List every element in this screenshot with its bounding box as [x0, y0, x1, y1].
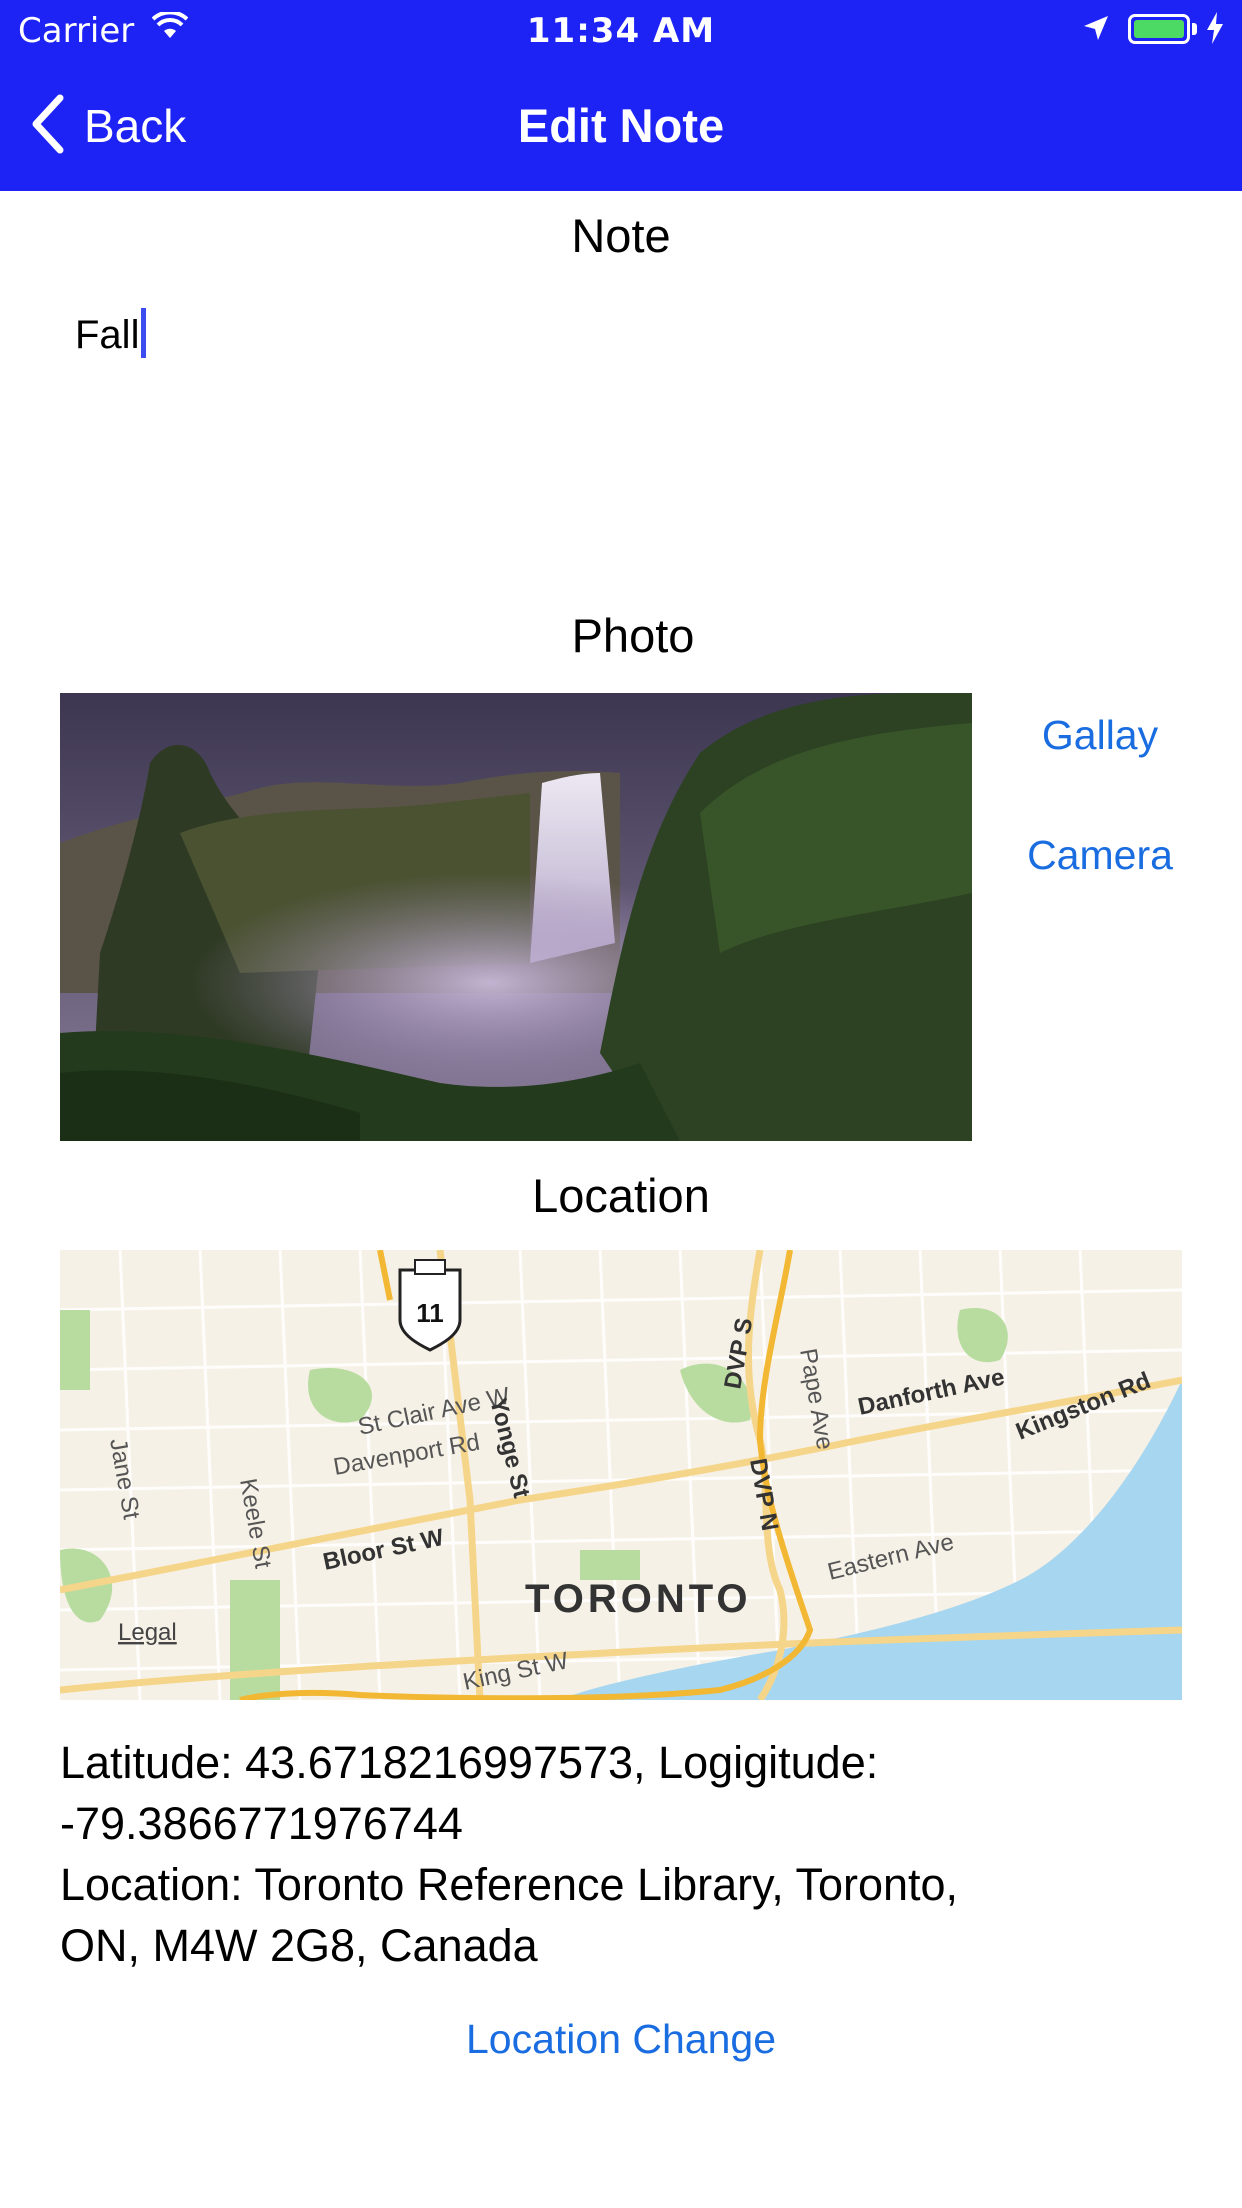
- charging-bolt-icon: [1206, 12, 1224, 48]
- text-cursor: [141, 308, 147, 358]
- map-street-label: Pape Ave: [794, 1346, 838, 1451]
- highway-shield-number: 11: [416, 1298, 444, 1328]
- latitude-text: Latitude: 43.6718216997573, Logigitude:: [60, 1737, 879, 1788]
- map-street-label: Jane St: [104, 1436, 145, 1521]
- battery-tip: [1192, 23, 1197, 35]
- location-map[interactable]: 11 St Clair Ave W Davenport Rd Yonge St …: [60, 1250, 1182, 1700]
- waterfall-photo: [60, 693, 972, 1141]
- battery-icon: [1128, 14, 1190, 44]
- gallery-button[interactable]: Gallay: [1000, 712, 1200, 759]
- note-text-field[interactable]: Fall: [60, 300, 1180, 560]
- longitude-text: -79.3866771976744: [60, 1798, 463, 1849]
- location-change-button[interactable]: Location Change: [0, 2016, 1242, 2063]
- photo-section-title: Photo: [571, 609, 695, 662]
- address-text-line2: ON, M4W 2G8, Canada: [60, 1920, 538, 1971]
- status-time: 11:34 AM: [526, 11, 716, 51]
- map-legal-link: Legal: [118, 1619, 177, 1646]
- map-street-label: Davenport Rd: [331, 1429, 482, 1481]
- page-title: Edit Note: [517, 99, 725, 152]
- address-text-line1: Location: Toronto Reference Library, Tor…: [60, 1859, 959, 1910]
- map-city-label: TORONTO: [525, 1577, 752, 1621]
- location-section-title: Location: [532, 1169, 710, 1222]
- camera-button[interactable]: Camera: [1000, 832, 1200, 879]
- note-text: Fall: [75, 313, 140, 357]
- highway-shield-icon: 11: [398, 1259, 462, 1352]
- map-street-label: DVP N: [744, 1456, 783, 1533]
- note-section-title: Note: [571, 209, 671, 262]
- location-arrow-icon: [1082, 14, 1110, 46]
- map-street-label: Bloor St W: [321, 1524, 447, 1576]
- location-info: Latitude: 43.6718216997573, Logigitude: …: [60, 1732, 1200, 1976]
